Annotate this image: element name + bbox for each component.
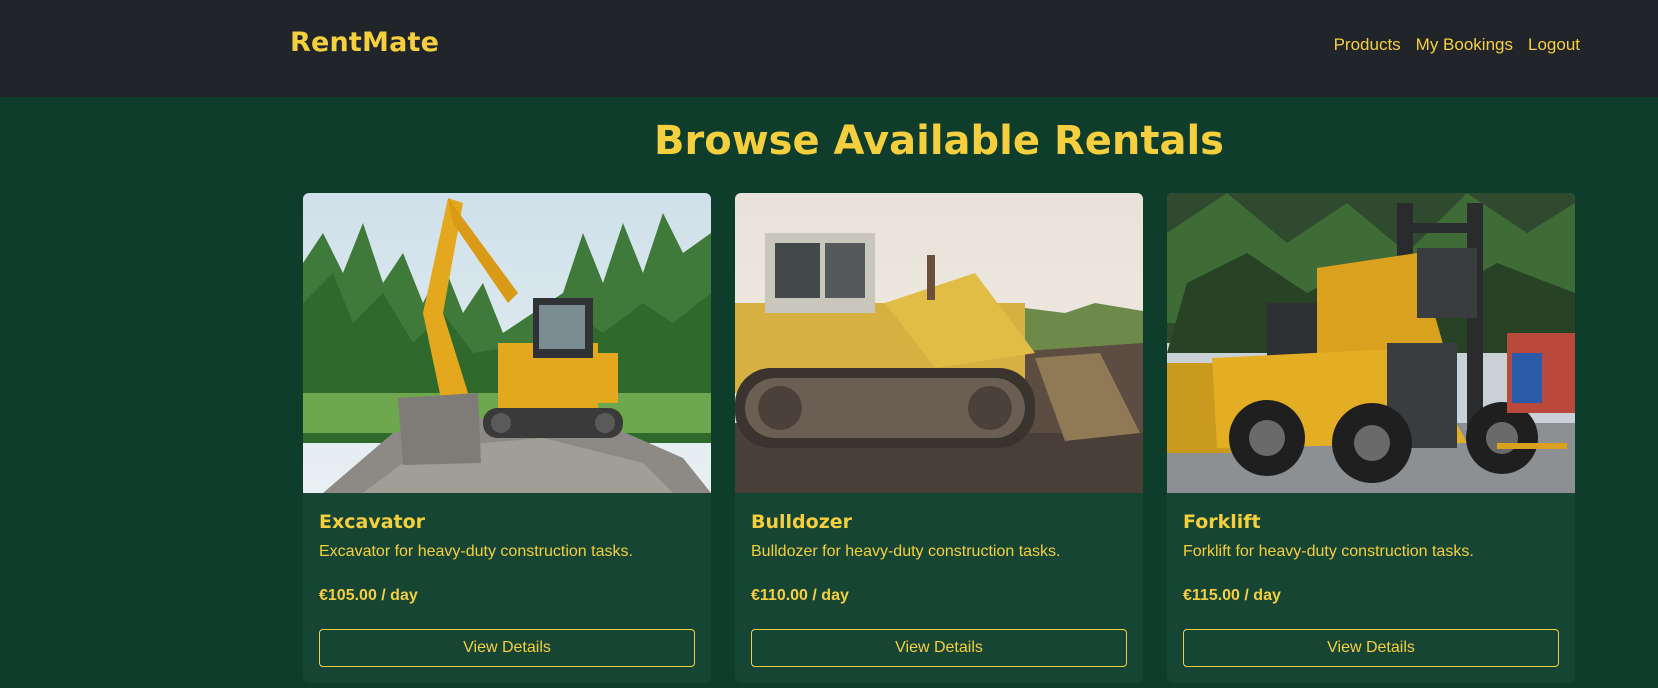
nav-link-logout[interactable]: Logout [1528, 35, 1580, 55]
product-price: €105.00 / day [319, 587, 418, 604]
bulldozer-image [735, 193, 1143, 493]
product-card: Bulldozer Bulldozer for heavy-duty const… [735, 193, 1143, 683]
forklift-image [1167, 193, 1575, 493]
product-name: Excavator [319, 511, 426, 533]
nav-link-my-bookings[interactable]: My Bookings [1416, 35, 1513, 55]
product-card: Forklift Forklift for heavy-duty constru… [1167, 193, 1575, 683]
product-price: €110.00 / day [751, 587, 849, 604]
nav-links: Products My Bookings Logout [1319, 35, 1580, 55]
product-description: Excavator for heavy-duty construction ta… [319, 543, 633, 560]
nav-link-products[interactable]: Products [1334, 35, 1401, 55]
product-name: Forklift [1183, 511, 1261, 533]
product-card: Excavator Excavator for heavy-duty const… [303, 193, 711, 683]
product-grid: Excavator Excavator for heavy-duty const… [303, 193, 1575, 683]
view-details-button[interactable]: View Details [1183, 629, 1559, 667]
navbar: RentMate Products My Bookings Logout [0, 0, 1658, 97]
view-details-button[interactable]: View Details [751, 629, 1127, 667]
page-title: Browse Available Rentals [654, 118, 1224, 164]
product-description: Forklift for heavy-duty construction tas… [1183, 543, 1474, 560]
excavator-image [303, 193, 711, 493]
product-name: Bulldozer [751, 511, 853, 533]
view-details-button[interactable]: View Details [319, 629, 695, 667]
product-description: Bulldozer for heavy-duty construction ta… [751, 543, 1061, 560]
brand-logo[interactable]: RentMate [290, 27, 439, 58]
product-price: €115.00 / day [1183, 587, 1281, 604]
